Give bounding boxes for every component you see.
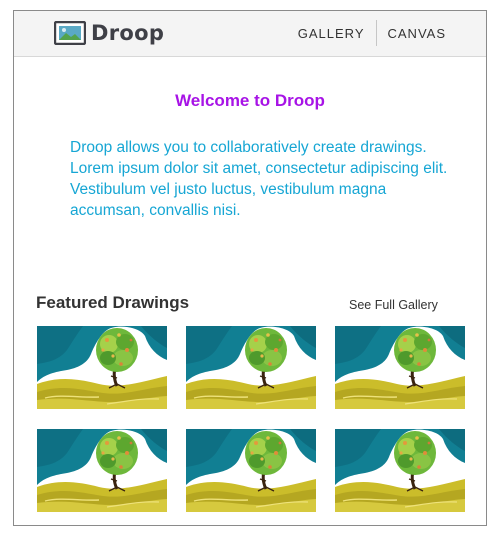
app-window: Droop GALLERY CANVAS Welcome to Droop Dr… — [13, 10, 487, 526]
tree-drawing-image — [37, 429, 167, 512]
welcome-heading: Welcome to Droop — [175, 91, 325, 110]
featured-drawings-grid — [37, 326, 465, 512]
image-frame-icon — [54, 21, 86, 45]
tree-drawing-image — [186, 326, 316, 409]
featured-drawing-thumbnail[interactable] — [186, 429, 316, 512]
tree-drawing-image — [335, 326, 465, 409]
featured-drawing-thumbnail[interactable] — [335, 326, 465, 409]
nav-links: GALLERY CANVAS — [298, 20, 446, 46]
brand-name: Droop — [91, 21, 165, 45]
brand-logo[interactable]: Droop — [54, 19, 164, 47]
intro-paragraph: Droop allows you to collaboratively crea… — [70, 139, 448, 219]
nav-divider — [375, 20, 377, 46]
tree-drawing-image — [335, 429, 465, 512]
featured-drawing-thumbnail[interactable] — [37, 326, 167, 409]
tree-drawing-image — [186, 429, 316, 512]
nav-canvas-link[interactable]: CANVAS — [388, 26, 447, 41]
featured-heading: Featured Drawings — [36, 293, 190, 312]
featured-drawing-thumbnail[interactable] — [37, 429, 167, 512]
featured-drawing-thumbnail[interactable] — [186, 326, 316, 409]
see-full-gallery-link[interactable]: See Full Gallery — [349, 298, 438, 312]
navbar: Droop GALLERY CANVAS — [14, 11, 486, 57]
featured-drawing-thumbnail[interactable] — [335, 429, 465, 512]
tree-drawing-image — [37, 326, 167, 409]
nav-gallery-link[interactable]: GALLERY — [298, 26, 365, 41]
